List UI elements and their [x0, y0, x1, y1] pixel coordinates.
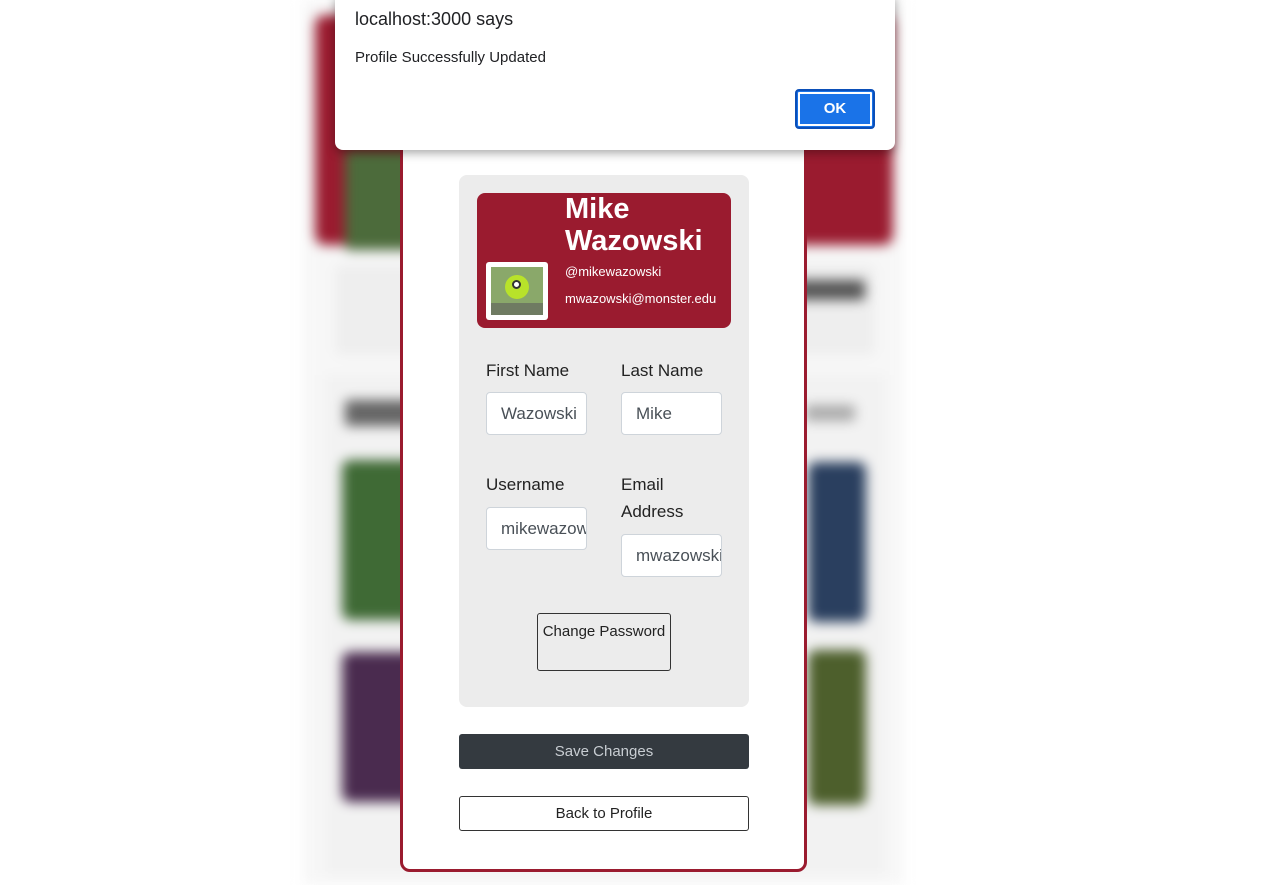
last-name-label: Last Name	[621, 361, 704, 380]
alert-title: localhost:3000 says	[355, 9, 514, 29]
profile-username: @mikewazowski	[565, 264, 662, 279]
avatar-image	[491, 267, 543, 315]
background-section-link	[805, 405, 855, 421]
edit-profile-panel: Mike Wazowski @mikewazowski mwazowski@mo…	[459, 175, 749, 707]
profile-name: Mike Wazowski	[565, 193, 703, 257]
change-password-button[interactable]: Change Password	[537, 613, 671, 671]
username-field[interactable]: mikewazowski	[486, 507, 587, 550]
ok-button[interactable]: OK	[795, 89, 875, 129]
profile-email: mwazowski@monster.edu	[565, 291, 717, 306]
email-label: Email Address	[621, 475, 684, 521]
first-name-field[interactable]: Wazowski	[486, 392, 587, 435]
email-field[interactable]: mwazowski@monster.edu	[621, 534, 722, 577]
save-changes-button[interactable]: Save Changes	[459, 734, 749, 769]
back-to-profile-button[interactable]: Back to Profile	[459, 796, 749, 831]
background-post-tile	[808, 462, 866, 622]
alert-message: Profile Successfully Updated	[355, 49, 546, 66]
first-name-label: First Name	[486, 361, 570, 380]
last-name-field[interactable]: Mike	[621, 392, 722, 435]
background-post-tile	[808, 650, 866, 805]
edit-profile-modal: Mike Wazowski @mikewazowski mwazowski@mo…	[400, 110, 807, 872]
alert-dialog: localhost:3000 says Profile Successfully…	[335, 0, 895, 150]
profile-card: Mike Wazowski @mikewazowski mwazowski@mo…	[477, 193, 731, 328]
avatar	[486, 262, 548, 320]
username-label: Username	[486, 475, 565, 494]
